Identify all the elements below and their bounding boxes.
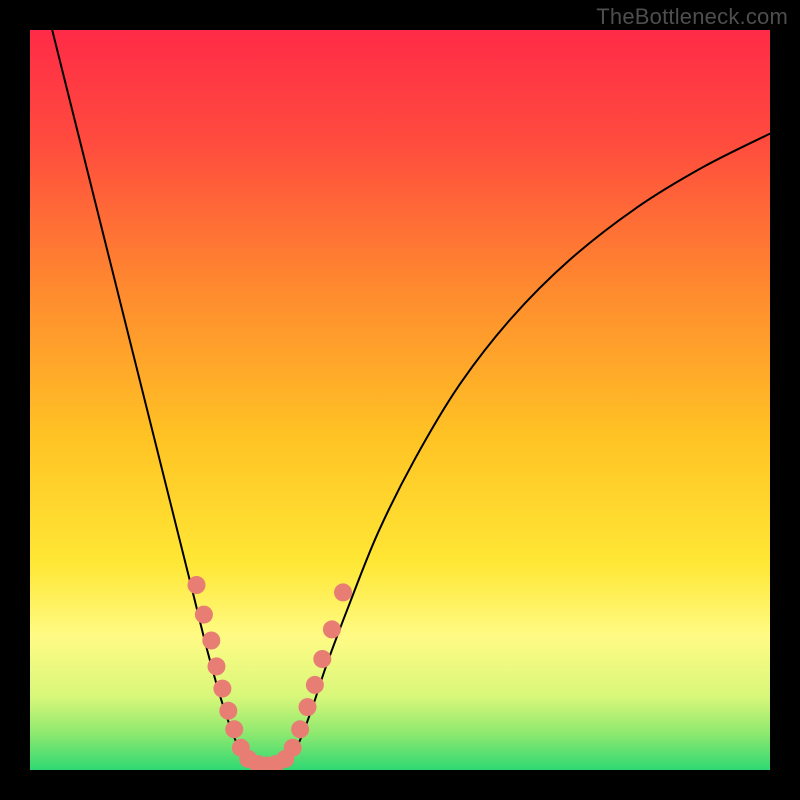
sample-point	[219, 702, 237, 720]
sample-point	[299, 698, 317, 716]
chart-frame: TheBottleneck.com	[0, 0, 800, 800]
sample-point	[306, 676, 324, 694]
sample-point	[225, 720, 243, 738]
bottleneck-curve	[52, 30, 770, 767]
sample-point	[334, 583, 352, 601]
sample-point	[313, 650, 331, 668]
sample-point	[195, 606, 213, 624]
sample-point	[291, 720, 309, 738]
sample-point	[207, 657, 225, 675]
chart-svg	[30, 30, 770, 770]
sample-point	[202, 632, 220, 650]
plot-area	[30, 30, 770, 770]
sample-point	[323, 620, 341, 638]
watermark-text: TheBottleneck.com	[596, 4, 788, 30]
sample-points	[188, 576, 353, 770]
sample-point	[213, 680, 231, 698]
sample-point	[188, 576, 206, 594]
sample-point	[284, 739, 302, 757]
